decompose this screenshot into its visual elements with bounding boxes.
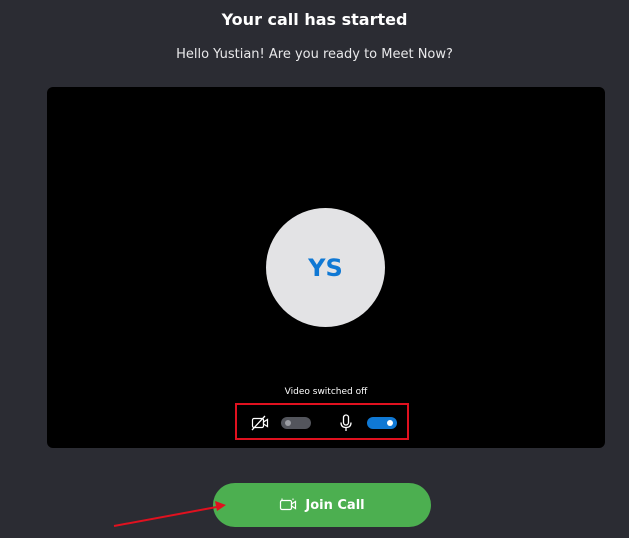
join-call-label: Join Call [305,497,365,513]
join-call-button[interactable]: Join Call [213,483,431,527]
camera-toggle[interactable] [281,417,311,429]
video-status-text: Video switched off [284,387,368,397]
page-subtitle: Hello Yustian! Are you ready to Meet Now… [176,47,453,62]
video-camera-icon [280,498,297,511]
mic-toggle[interactable] [367,417,397,429]
camera-toggle-knob [285,420,291,426]
video-off-icon[interactable] [251,415,269,431]
video-preview: YS Video switched off [47,87,605,448]
avatar: YS [266,208,385,327]
microphone-icon[interactable] [339,414,353,432]
mic-toggle-knob [387,420,393,426]
page-title: Your call has started [221,10,408,29]
